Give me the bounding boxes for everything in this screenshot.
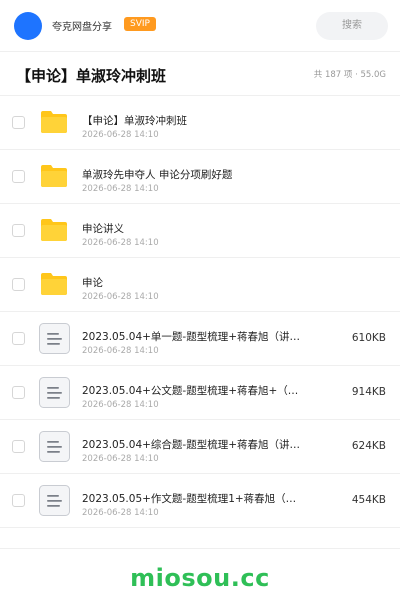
avatar[interactable] [14,12,42,40]
file-date: 2026-06-28 14:10 [82,238,159,248]
file-name: 申论 [82,277,103,289]
file-row-document[interactable]: 2023.05.05+作文题-题型梳理1+蒋春旭（… 2026-06-28 14… [0,474,400,528]
file-row-folder[interactable]: 申论讲义 2026-06-28 14:10 [0,204,400,258]
file-name: 2023.05.04+综合题-题型梳理+蒋春旭（讲… [82,439,301,451]
checkbox-icon[interactable] [12,440,25,453]
file-size: 610KB [351,332,386,344]
file-date: 2026-06-28 14:10 [82,184,159,194]
file-size: 454KB [351,494,386,506]
folder-icon [41,111,67,133]
file-row-folder[interactable]: 单淑玲先申夺人 申论分项刷好题 2026-06-28 14:10 [0,150,400,204]
file-date: 2026-06-28 14:10 [82,346,159,356]
document-icon [39,323,70,354]
footer-divider [0,548,400,549]
checkbox-icon[interactable] [12,224,25,237]
file-date: 2026-06-28 14:10 [82,454,159,464]
file-name: 单淑玲先申夺人 申论分项刷好题 [82,169,233,181]
file-size: 624KB [351,440,386,452]
file-row-folder[interactable]: 申论 2026-06-28 14:10 [0,258,400,312]
svip-badge: SVIP [124,17,156,31]
folder-icon [41,219,67,241]
file-row-folder[interactable]: 【申论】单淑玲冲刺班 2026-06-28 14:10 [0,96,400,150]
item-summary: 共 187 项 · 55.0G [313,70,386,80]
file-list: 【申论】单淑玲冲刺班 2026-06-28 14:10 单淑玲先申夺人 申论分项… [0,96,400,528]
site-watermark: miosou.cc [130,564,270,592]
folder-icon [41,165,67,187]
checkbox-icon[interactable] [12,494,25,507]
document-icon [39,431,70,462]
file-date: 2026-06-28 14:10 [82,130,159,140]
file-row-document[interactable]: 2023.05.04+公文题-题型梳理+蒋春旭+（… 2026-06-28 14… [0,366,400,420]
file-name: 2023.05.04+单一题-题型梳理+蒋春旭（讲… [82,331,301,343]
page-title: 【申论】单淑玲冲刺班 [16,67,167,85]
site-name: 夸克网盘分享 [52,22,112,33]
file-date: 2026-06-28 14:10 [82,508,159,518]
checkbox-icon[interactable] [12,386,25,399]
file-row-document[interactable]: 2023.05.04+综合题-题型梳理+蒋春旭（讲… 2026-06-28 14… [0,420,400,474]
checkbox-icon[interactable] [12,116,25,129]
file-date: 2026-06-28 14:10 [82,400,159,410]
checkbox-icon[interactable] [12,170,25,183]
file-row-document[interactable]: 2023.05.04+单一题-题型梳理+蒋春旭（讲… 2026-06-28 14… [0,312,400,366]
checkbox-icon[interactable] [12,278,25,291]
file-name: 申论讲义 [82,223,124,235]
document-icon [39,485,70,516]
search-input[interactable]: 搜索 [316,12,388,40]
folder-title-row: 【申论】单淑玲冲刺班 共 187 项 · 55.0G [0,52,400,96]
file-name: 2023.05.05+作文题-题型梳理1+蒋春旭（… [82,493,297,505]
file-name: 2023.05.04+公文题-题型梳理+蒋春旭+（… [82,385,299,397]
checkbox-icon[interactable] [12,332,25,345]
file-date: 2026-06-28 14:10 [82,292,159,302]
top-bar: 夸克网盘分享 SVIP 搜索 [0,0,400,52]
document-icon [39,377,70,408]
folder-icon [41,273,67,295]
file-name: 【申论】单淑玲冲刺班 [82,115,187,127]
file-size: 914KB [351,386,386,398]
